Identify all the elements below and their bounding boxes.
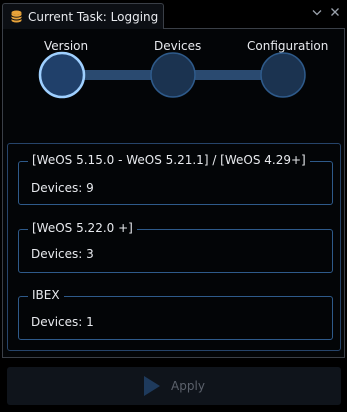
apply-button-label: Apply xyxy=(171,379,205,393)
step-circle-version[interactable] xyxy=(38,51,86,99)
version-group-title: [WeOS 5.22.0 +] xyxy=(28,221,137,235)
tab-current-task[interactable]: Current Task: Logging xyxy=(2,3,164,29)
version-group-device-count: Devices: 9 xyxy=(31,181,94,195)
logging-task-window: Current Task: Logging Version Devices Co… xyxy=(0,0,347,412)
version-group-device-count: Devices: 3 xyxy=(31,247,94,261)
tab-title: Current Task: Logging xyxy=(28,9,159,24)
version-group-title: [WeOS 5.15.0 - WeOS 5.21.1] / [WeOS 4.29… xyxy=(28,153,310,167)
version-group-device-count: Devices: 1 xyxy=(31,315,94,329)
step-circle-devices[interactable] xyxy=(150,52,196,98)
step-connector-1 xyxy=(80,70,154,80)
play-icon xyxy=(143,375,161,397)
step-connector-2 xyxy=(193,70,263,80)
version-group-1[interactable]: [WeOS 5.15.0 - WeOS 5.21.1] / [WeOS 4.29… xyxy=(18,153,333,205)
version-groups-container: [WeOS 5.15.0 - WeOS 5.21.1] / [WeOS 4.29… xyxy=(7,143,341,351)
apply-button[interactable]: Apply xyxy=(7,367,341,405)
version-group-2[interactable]: [WeOS 5.22.0 +] Devices: 3 xyxy=(18,221,333,273)
step-circle-configuration[interactable] xyxy=(260,52,306,98)
database-icon xyxy=(11,10,22,23)
version-group-3[interactable]: IBEX Devices: 1 xyxy=(18,288,333,340)
version-group-title: IBEX xyxy=(28,288,64,302)
